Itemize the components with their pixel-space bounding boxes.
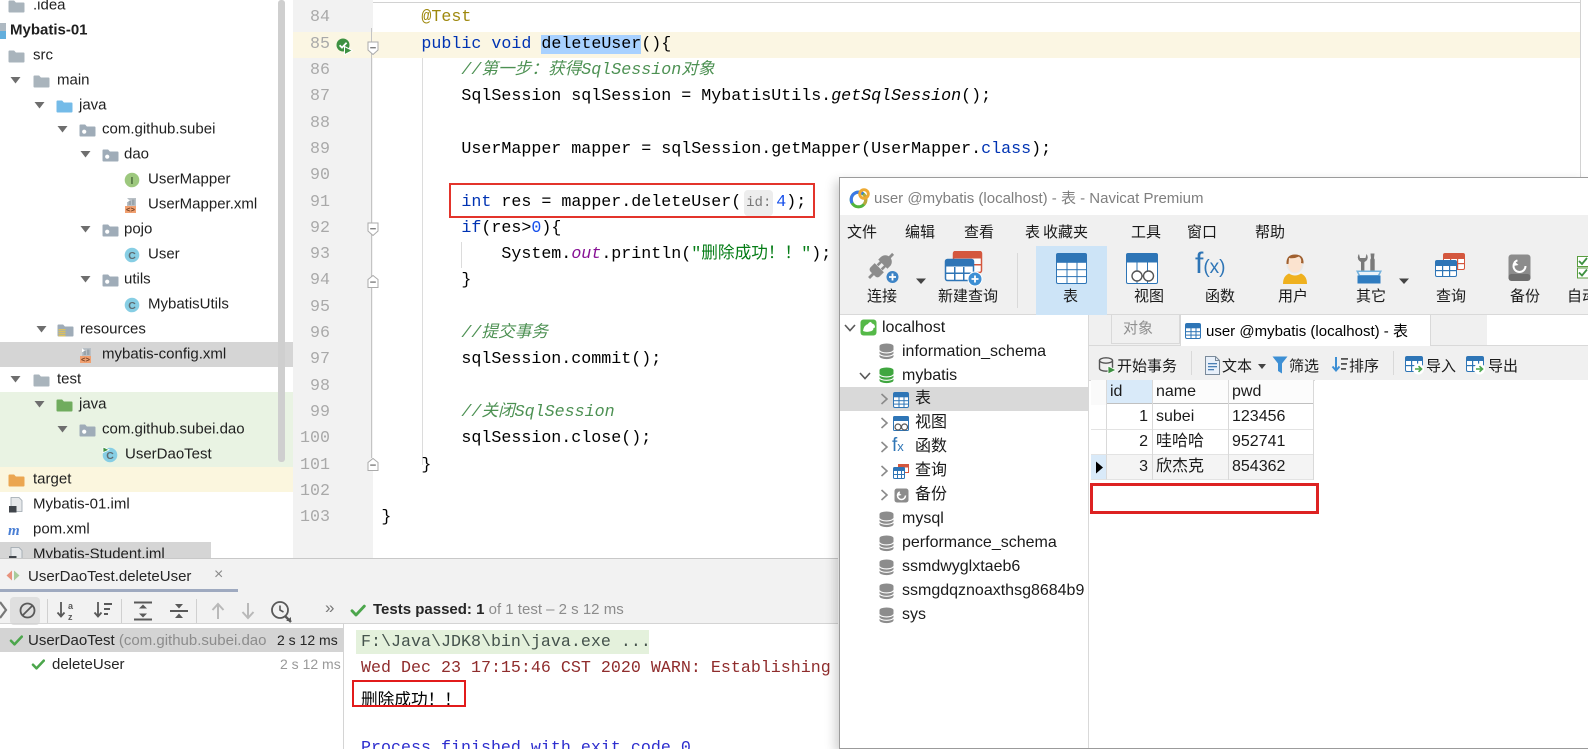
svg-text:C: C (106, 450, 114, 462)
svg-text:m: m (8, 523, 20, 537)
svg-text:a: a (68, 601, 74, 611)
svg-text:<>: <> (126, 207, 136, 213)
svg-text:I: I (131, 175, 134, 187)
svg-text:C: C (128, 250, 136, 262)
svg-text:z: z (68, 612, 73, 622)
svg-text:C: C (128, 300, 136, 312)
svg-text:<>: <> (81, 357, 91, 363)
